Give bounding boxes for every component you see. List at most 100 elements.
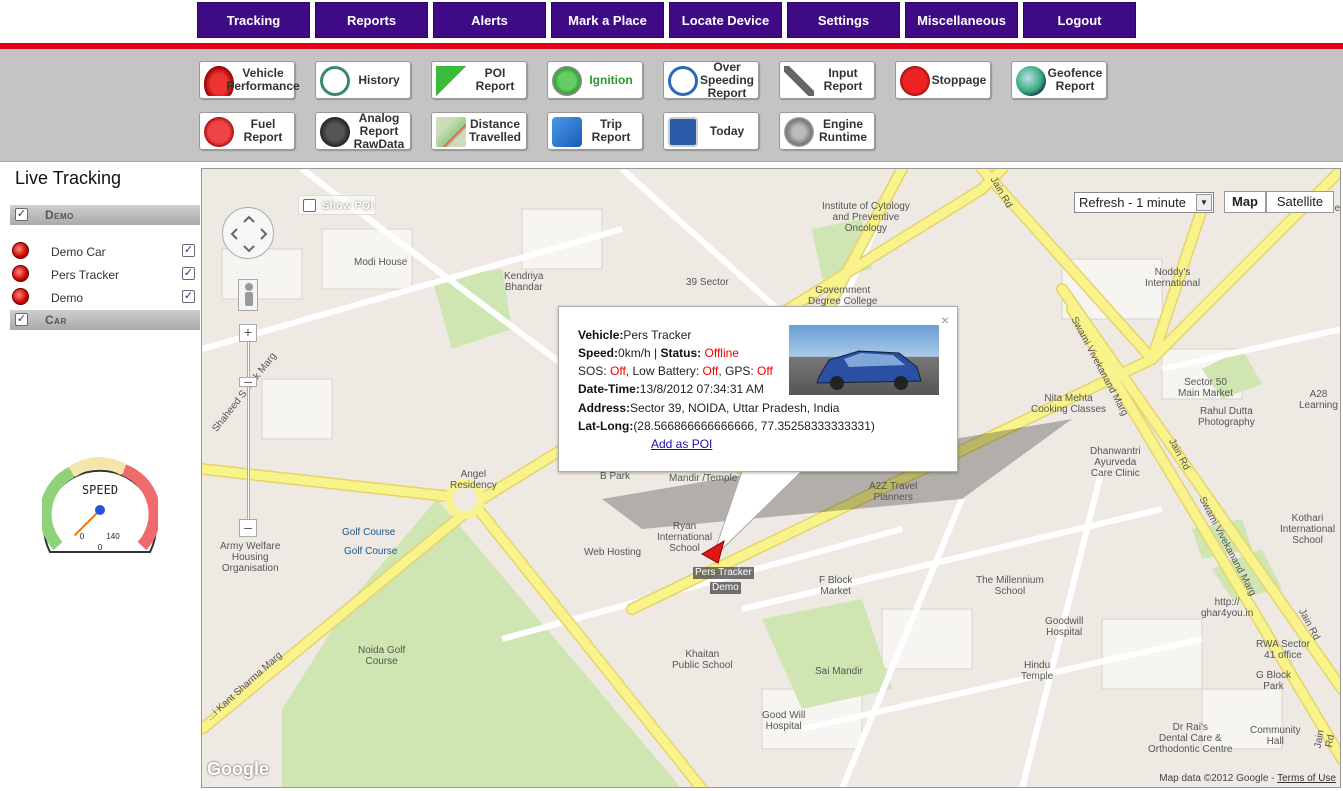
button-label: Stoppage — [931, 72, 987, 87]
map-label: A2Z Travel Planners — [869, 481, 918, 503]
terms-of-use-link[interactable]: Terms of Use — [1277, 773, 1336, 784]
trip-arrow-icon — [552, 117, 582, 147]
zoom-in-button[interactable]: + — [239, 324, 257, 342]
battery-value: Off — [702, 364, 719, 378]
map-label: Nita Mehta Cooking Classes — [1031, 393, 1107, 415]
vehicle-row[interactable]: Pers Tracker ✓ — [10, 264, 200, 284]
gauge-label: SPEED — [82, 483, 118, 497]
over-speeding-report-button[interactable]: Over Speeding Report — [663, 60, 759, 99]
fuel-report-button[interactable]: Fuel Report — [199, 112, 295, 150]
map-label: Institute of Cytology and Preventive Onc… — [822, 201, 910, 234]
vehicle-value: Pers Tracker — [623, 328, 692, 342]
map-label: F Block Market — [819, 575, 853, 597]
map-label: RWA Sector 41 office — [1256, 639, 1310, 661]
vehicle-label: Vehicle: — [578, 328, 624, 342]
show-poi-checkbox[interactable] — [303, 199, 316, 212]
distance-map-icon — [436, 117, 466, 147]
calendar-icon — [668, 117, 698, 147]
stoppage-button[interactable]: Stoppage — [895, 61, 991, 99]
vehicle-checkbox[interactable]: ✓ — [182, 267, 195, 280]
input-report-button[interactable]: Input Report — [779, 61, 875, 99]
datetime-label: Date-Time: — [578, 382, 640, 396]
vehicle-status-icon — [12, 242, 29, 259]
map-type-satellite-button[interactable]: Satellite — [1266, 191, 1334, 213]
nav-reports[interactable]: Reports — [315, 2, 428, 38]
chevron-down-icon: ▼ — [1196, 194, 1212, 211]
nav-tracking[interactable]: Tracking — [197, 2, 310, 38]
map-label: Modi House — [354, 257, 408, 268]
map-label: Golf Course — [342, 527, 396, 538]
map-label: Web Hosting — [584, 547, 642, 558]
datetime-value: 13/8/2012 07:34:31 AM — [639, 382, 764, 396]
speed-value: 0km/h — [618, 346, 651, 360]
map-label: Ryan International School — [657, 521, 713, 554]
vehicle-row[interactable]: Demo Car ✓ — [10, 241, 200, 261]
street-view-pegman-icon[interactable] — [238, 279, 258, 311]
vehicle-info-window: × Vehicle:Pers Tracker Speed:0km/h | Sta… — [558, 306, 958, 472]
ignition-button[interactable]: Ignition — [547, 61, 643, 99]
today-button[interactable]: Today — [663, 112, 759, 150]
engine-runtime-button[interactable]: Engine Runtime — [779, 112, 875, 150]
nav-locate-device[interactable]: Locate Device — [669, 2, 782, 38]
map-label: Goodwill Hospital — [1045, 616, 1084, 638]
nav-miscellaneous[interactable]: Miscellaneous — [905, 2, 1018, 38]
map-type-map-button[interactable]: Map — [1224, 191, 1266, 213]
group-checkbox[interactable]: ✓ — [15, 208, 28, 221]
analog-report-rawdata-button[interactable]: Analog Report RawData — [315, 111, 411, 150]
close-icon[interactable]: × — [941, 311, 949, 329]
latlong-value: (28.566866666666666, 77.35258333333331) — [633, 419, 875, 433]
pan-arrows-icon — [230, 215, 268, 253]
status-value: Offline — [704, 346, 739, 360]
globe-icon — [1016, 66, 1046, 96]
nav-logout[interactable]: Logout — [1023, 2, 1136, 38]
zoom-slider-handle[interactable]: – — [239, 374, 257, 388]
refresh-interval-select[interactable]: Refresh - 1 minute ▼ — [1074, 192, 1214, 213]
nav-alerts[interactable]: Alerts — [433, 2, 546, 38]
map-label: Good Will Hospital — [762, 710, 806, 732]
map-label: Noida Golf Course — [358, 645, 406, 667]
poi-report-button[interactable]: POI Report — [431, 61, 527, 99]
trip-report-button[interactable]: Trip Report — [547, 112, 643, 150]
vehicle-marker-label: Demo — [710, 582, 741, 594]
map-label: B Park — [600, 471, 631, 482]
group-name: Car — [45, 313, 67, 327]
button-label: History — [358, 72, 400, 87]
map-label: Hindu Temple — [1021, 660, 1054, 682]
refresh-interval-value: Refresh - 1 minute — [1079, 195, 1186, 210]
sos-value: Off — [610, 364, 626, 378]
vehicle-row[interactable]: Demo ✓ — [10, 287, 200, 307]
vehicle-name: Demo Car — [51, 245, 106, 259]
pan-control[interactable] — [222, 207, 274, 259]
show-poi-toggle[interactable]: Show POI — [298, 195, 376, 215]
map-label: Army Welfare Housing Organisation — [220, 541, 281, 574]
speedometer-icon — [668, 66, 698, 96]
address-label: Address: — [578, 401, 631, 415]
nav-settings[interactable]: Settings — [787, 2, 900, 38]
zoom-slider-track[interactable] — [247, 334, 250, 534]
map-canvas[interactable]: Institute of Cytology and Preventive Onc… — [201, 168, 1341, 788]
button-label: Today — [709, 123, 745, 138]
map-label: G Block Park — [1256, 670, 1292, 692]
status-label: Status: — [660, 346, 702, 360]
zoom-out-button[interactable]: – — [239, 519, 257, 537]
vehicle-performance-button[interactable]: Vehicle Performance — [199, 61, 300, 99]
map-attribution: Map data ©2012 Google - Terms of Use — [1159, 773, 1336, 784]
map-label: http:// ghar4you.in — [1201, 597, 1254, 619]
distance-travelled-button[interactable]: Distance Travelled — [431, 112, 527, 150]
history-button[interactable]: History — [315, 61, 411, 99]
add-as-poi-link[interactable]: Add as POI — [651, 435, 712, 453]
vehicle-checkbox[interactable]: ✓ — [182, 290, 195, 303]
group-checkbox[interactable]: ✓ — [15, 313, 28, 326]
group-name: Demo — [45, 208, 74, 222]
group-header-car[interactable]: ✓ Car — [10, 310, 200, 330]
address-value: Sector 39, NOIDA, Uttar Pradesh, India — [630, 401, 840, 415]
map-label: Sai Mandir — [815, 666, 863, 677]
geofence-report-button[interactable]: Geofence Report — [1011, 61, 1107, 99]
vehicle-photo — [789, 325, 939, 395]
sos-label: SOS: — [578, 364, 611, 378]
group-header-demo[interactable]: ✓ Demo — [10, 205, 200, 225]
show-poi-label: Show POI — [322, 200, 374, 212]
vehicle-checkbox[interactable]: ✓ — [182, 244, 195, 257]
nav-mark-a-place[interactable]: Mark a Place — [551, 2, 664, 38]
engine-icon — [784, 117, 814, 147]
